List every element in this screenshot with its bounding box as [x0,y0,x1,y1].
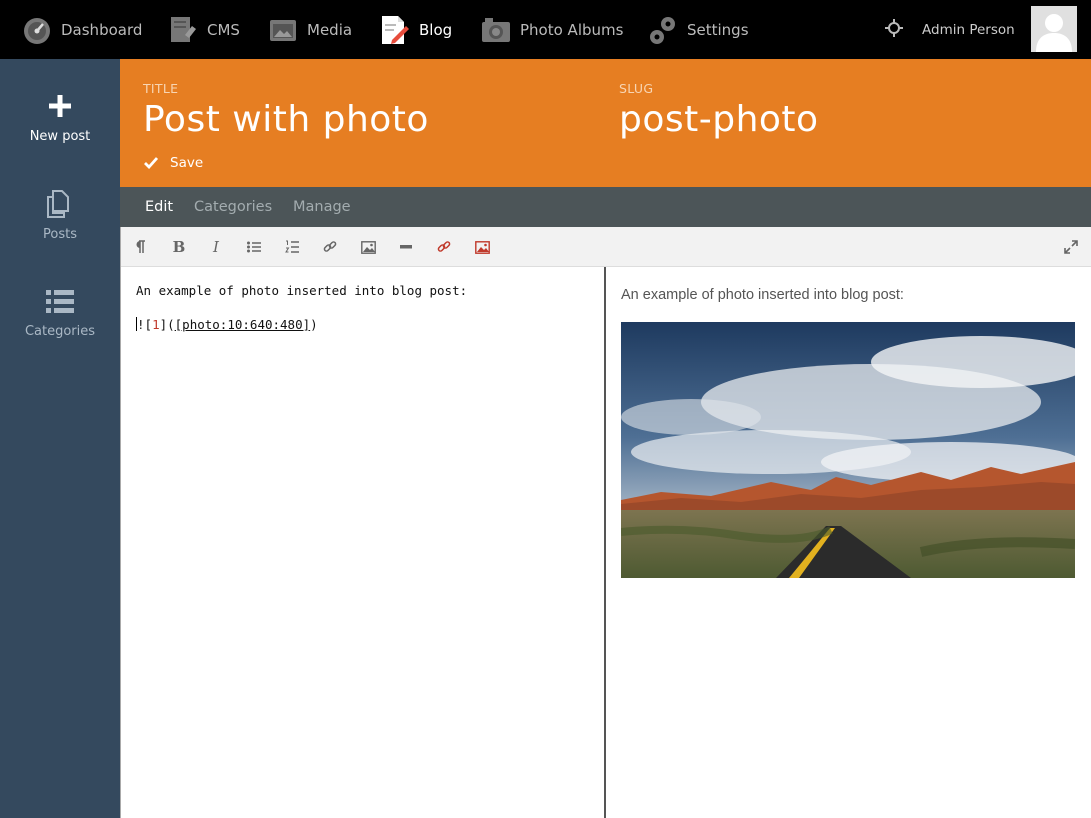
cms-icon [168,15,198,45]
save-button[interactable]: Save [144,155,203,171]
slug-field[interactable]: post-photo [619,99,819,140]
image-icon[interactable] [358,237,378,257]
numbered-list-icon[interactable] [282,237,302,257]
nav-blog-label: Blog [419,20,453,39]
markdown-preview: An example of photo inserted into blog p… [606,267,1091,818]
camera-icon [481,15,511,45]
fullscreen-icon[interactable] [1061,237,1081,257]
slug-caption: SLUG [619,81,654,96]
tab-categories[interactable]: Categories [194,187,272,227]
blog-icon [380,15,410,45]
nav-media[interactable]: Media [268,0,352,59]
tab-edit[interactable]: Edit [145,187,173,227]
list-icon [0,284,120,318]
nav-dashboard-label: Dashboard [61,20,143,39]
nav-media-label: Media [307,20,353,39]
crosshair-button[interactable] [884,0,904,59]
markdown-editor[interactable]: An example of photo inserted into blog p… [121,267,604,818]
nav-cms[interactable]: CMS [168,0,240,59]
italic-icon[interactable]: I [206,237,226,257]
sidebar-item-label: New post [29,129,91,144]
bold-icon[interactable]: B [169,237,189,257]
sidebar-item-posts[interactable]: Posts [0,187,120,242]
nav-cms-label: CMS [207,20,240,39]
sidebar: New post Posts Categories [0,59,120,818]
nav-blog[interactable]: Blog [380,0,452,59]
checkmark-icon [144,156,160,170]
editor-toolbar: B I [121,227,1091,267]
save-label: Save [170,155,204,171]
preview-photo [621,322,1075,578]
nav-photo-albums[interactable]: Photo Albums [481,0,623,59]
top-navigation-bar: Dashboard CMS Media Blog Photo Albums Se… [0,0,1091,59]
custom-link-icon[interactable] [434,237,454,257]
editor-line: An example of photo inserted into blog p… [136,283,468,298]
nav-photo-albums-label: Photo Albums [520,20,624,39]
speedometer-icon [22,15,52,45]
nav-settings-label: Settings [687,20,749,39]
sidebar-item-new-post[interactable]: New post [0,89,120,144]
user-name[interactable]: Admin Person [922,0,1015,59]
post-header: TITLE Post with photo SLUG post-photo Sa… [120,59,1091,187]
preview-text: An example of photo inserted into blog p… [621,287,904,303]
editor-line: ![1]([photo:10:640:480]) [136,317,318,332]
custom-image-icon[interactable] [472,237,492,257]
tab-bar: Edit Categories Manage [120,187,1091,227]
nav-dashboard[interactable]: Dashboard [22,0,142,59]
sidebar-item-label: Posts [43,227,77,242]
title-caption: TITLE [143,81,179,96]
media-icon [268,15,298,45]
paragraph-icon[interactable] [130,237,150,257]
bullet-list-icon[interactable] [244,237,264,257]
avatar[interactable] [1031,6,1077,52]
gears-icon [648,15,678,45]
link-icon[interactable] [320,237,340,257]
nav-settings[interactable]: Settings [648,0,749,59]
plus-icon [0,89,120,123]
horizontal-rule-icon[interactable] [396,237,416,257]
crosshair-icon [884,18,904,42]
sidebar-item-label: Categories [24,324,96,339]
copy-icon [0,187,120,221]
title-field[interactable]: Post with photo [143,99,429,140]
sidebar-item-categories[interactable]: Categories [0,284,120,339]
tab-manage[interactable]: Manage [293,187,351,227]
